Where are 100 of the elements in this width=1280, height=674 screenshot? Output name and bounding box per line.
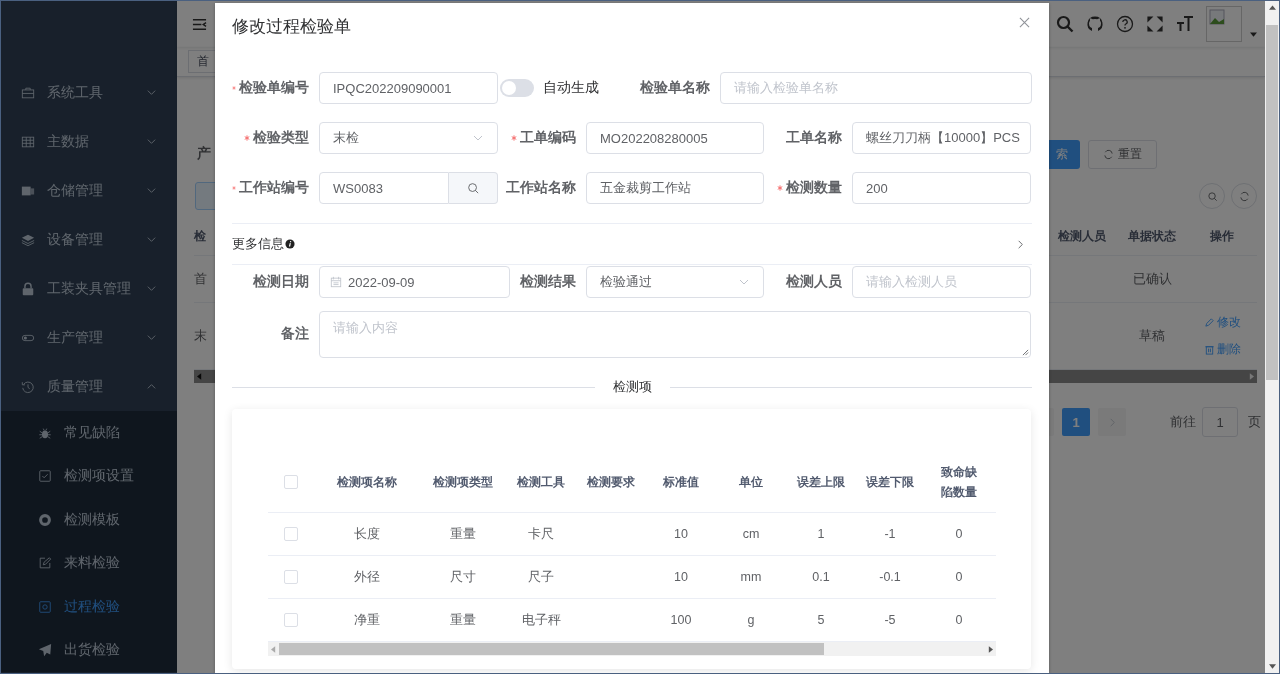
table-cell: 净重: [354, 612, 380, 627]
search-button[interactable]: [449, 172, 498, 204]
select-field[interactable]: 检验通过: [586, 266, 764, 298]
fullscreen-icon[interactable]: [1146, 15, 1164, 33]
arrow-left-icon[interactable]: [197, 373, 202, 380]
layers-icon: [21, 232, 35, 247]
reset-button[interactable]: 重置: [1088, 139, 1157, 169]
menu-group[interactable]: 设备管理: [1, 215, 177, 264]
menu-item[interactable]: 过程检验: [1, 585, 177, 629]
table-cell: 10: [674, 527, 688, 541]
bug-icon: [38, 425, 52, 440]
column-header: 检测工具: [517, 474, 565, 491]
table-cell: 1: [817, 527, 825, 541]
table-cell: 尺寸: [450, 569, 476, 584]
checkbox[interactable]: [284, 527, 298, 541]
menu-item[interactable]: 检测模板: [1, 498, 177, 542]
date-field[interactable]: 2022-09-09: [319, 266, 510, 298]
calendar-icon: [330, 276, 342, 288]
field-label: 工单名称: [786, 129, 842, 147]
table-icon: [21, 134, 35, 149]
goto-label: 前往: [1170, 413, 1196, 431]
chevron-icon[interactable]: [1015, 238, 1026, 250]
menu-group[interactable]: 质量管理: [1, 362, 177, 411]
column-header: 操作: [1209, 227, 1235, 245]
caret-icon[interactable]: [1250, 32, 1257, 38]
table-cell: 0: [955, 613, 963, 627]
scrollbar[interactable]: [268, 642, 996, 656]
field-label: 工作站名称: [506, 179, 576, 197]
scrollbar[interactable]: [1265, 1, 1279, 673]
delete-link[interactable]: 删除: [1203, 341, 1241, 358]
filter-label: 产: [197, 145, 211, 163]
refresh-button[interactable]: [1231, 183, 1257, 209]
history-icon: [21, 379, 35, 394]
menu-item[interactable]: 出货检验: [1, 628, 177, 672]
text-field[interactable]: 200: [852, 172, 1031, 204]
menu-item[interactable]: 检测项设置: [1, 454, 177, 498]
menu-group[interactable]: 主数据: [1, 117, 177, 166]
text-field[interactable]: MO202208280005: [586, 122, 764, 154]
checkbox[interactable]: [284, 475, 298, 489]
table-cell-text: 首: [194, 270, 208, 288]
text-size-icon[interactable]: [1176, 15, 1194, 33]
table-cell: cm: [742, 527, 760, 541]
ring-icon: [38, 512, 52, 527]
edit-link[interactable]: 修改: [1203, 314, 1241, 331]
page-button[interactable]: 1: [1062, 408, 1090, 436]
search-button[interactable]: [1199, 183, 1225, 209]
help-icon[interactable]: [1116, 15, 1134, 33]
arrow-down-icon[interactable]: [1268, 663, 1276, 669]
checkbox-icon: [38, 469, 52, 484]
section-label: 更多信息: [232, 235, 284, 253]
broken-image-icon[interactable]: [1206, 6, 1242, 42]
menu-group[interactable]: 生产管理: [1, 313, 177, 362]
menu-icon[interactable]: [192, 16, 207, 32]
text-field[interactable]: 请输入检验单名称: [720, 72, 1032, 104]
text-field[interactable]: IPQC202209090001: [319, 72, 498, 104]
section-title: 检测项: [612, 378, 652, 396]
chevron-icon: [146, 332, 157, 343]
close-icon[interactable]: [1019, 16, 1030, 28]
field-label: 检测人员: [786, 273, 842, 291]
arrow-left-icon[interactable]: [271, 645, 276, 653]
menu-group[interactable]: 工装夹具管理: [1, 264, 177, 313]
text-field[interactable]: 五金裁剪工作站: [586, 172, 764, 204]
table-cell: 5: [817, 613, 825, 627]
table-cell: 重量: [450, 526, 476, 541]
chevron-icon: [146, 185, 157, 196]
page-input[interactable]: 1: [1202, 407, 1238, 437]
column-header: 单位: [739, 474, 763, 491]
chevron-icon: [146, 381, 157, 392]
text-field[interactable]: WS0083: [319, 172, 449, 204]
textarea-field[interactable]: 请输入内容: [319, 310, 1031, 358]
arrow-right-icon[interactable]: [988, 645, 993, 653]
square-icon: [38, 599, 52, 614]
checkbox[interactable]: [284, 570, 298, 584]
field-label: 工作站编号: [239, 179, 309, 197]
table-cell: g: [747, 613, 755, 627]
table-cell: 0: [955, 570, 963, 584]
lock-icon: [21, 281, 35, 296]
menu-item[interactable]: 来料检验: [1, 541, 177, 585]
menu-item[interactable]: 常见缺陷: [1, 411, 177, 455]
pencil-icon: [1203, 317, 1215, 328]
arrow-up-icon[interactable]: [1268, 5, 1276, 11]
toggle-switch[interactable]: [500, 79, 534, 97]
select-field[interactable]: 末检: [319, 122, 498, 154]
chevron-icon: [146, 136, 157, 147]
resize-handle-icon: [1022, 348, 1029, 356]
menu-group[interactable]: 仓储管理: [1, 166, 177, 215]
menu-group[interactable]: 系统工具: [1, 68, 177, 117]
table-cell-text: 已确认: [1131, 270, 1173, 288]
edit-icon: [38, 556, 52, 571]
table-cell: 0.1: [812, 570, 830, 584]
table-cell: -0.1: [879, 570, 901, 584]
text-field[interactable]: 螺丝刀刀柄【10000】PCS: [852, 122, 1031, 154]
chevron-icon: [146, 87, 157, 98]
text-field[interactable]: 请输入检测人员: [852, 266, 1031, 298]
search-icon[interactable]: [1056, 15, 1074, 33]
checkbox[interactable]: [284, 613, 298, 627]
send-icon: [38, 643, 52, 658]
search-icon: [466, 181, 480, 195]
field-label: 检测结果: [520, 273, 576, 291]
field-label: 检验单名称: [640, 79, 710, 97]
